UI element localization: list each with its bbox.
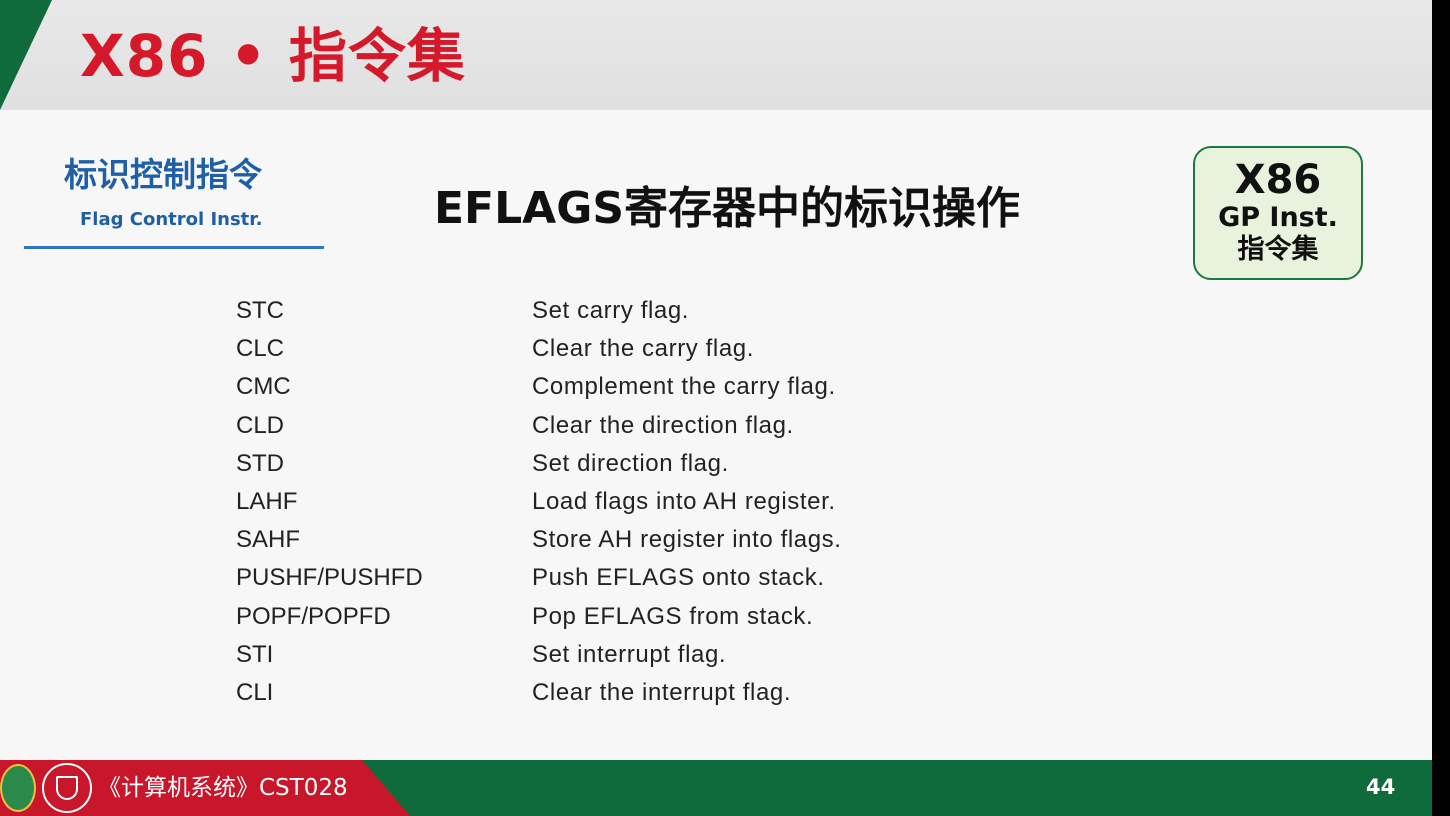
instruction-mnemonic: STI [236,640,274,668]
university-logo-icon [0,764,36,812]
badge-line1: X86 [1234,157,1322,203]
slide: X86 • 指令集 标识控制指令 Flag Control Instr. EFL… [0,0,1432,816]
header-accent-triangle [0,0,52,110]
instruction-description: Complement the carry flag. [532,373,836,401]
instruction-mnemonic: PUSHF/PUSHFD [236,564,423,592]
course-label: 《计算机系统》CST028 [98,775,348,801]
instruction-description: Pop EFLAGS from stack. [532,602,814,630]
instruction-mnemonic: SAHF [236,526,301,554]
instruction-description: Clear the interrupt flag. [532,678,792,706]
instruction-mnemonic: CMC [236,373,291,401]
instruction-mnemonic: CLC [236,335,285,363]
instruction-mnemonic: CLD [236,411,285,439]
main-heading: EFLAGS寄存器中的标识操作 [434,183,1021,234]
instruction-description: Set carry flag. [532,297,690,324]
instruction-mnemonic: LAHF [236,487,298,515]
section-title-cn: 标识控制指令 [64,155,262,194]
page-number: 44 [1366,775,1396,799]
instruction-mnemonic: STD [236,449,284,477]
x86-badge: X86 GP Inst. 指令集 [1193,146,1363,280]
instruction-description: Clear the direction flag. [532,411,794,439]
school-emblem-icon [42,763,92,813]
badge-line3: 指令集 [1237,234,1319,265]
instruction-description: Clear the carry flag. [532,335,755,363]
section-underline [24,246,324,249]
instruction-description: Set interrupt flag. [532,640,727,668]
right-edge-strip [1432,0,1450,816]
instruction-description: Load flags into AH register. [532,487,836,515]
instruction-mnemonic: CLI [236,678,274,706]
badge-line2: GP Inst. [1218,202,1338,233]
instruction-mnemonic: STC [236,297,284,324]
instruction-description: Store AH register into flags. [532,526,842,554]
instruction-mnemonic: POPF/POPFD [236,602,391,630]
slide-title: X86 • 指令集 [80,22,466,90]
section-title-en: Flag Control Instr. [80,209,263,230]
instruction-description: Push EFLAGS onto stack. [532,564,825,592]
instruction-description: Set direction flag. [532,449,729,477]
